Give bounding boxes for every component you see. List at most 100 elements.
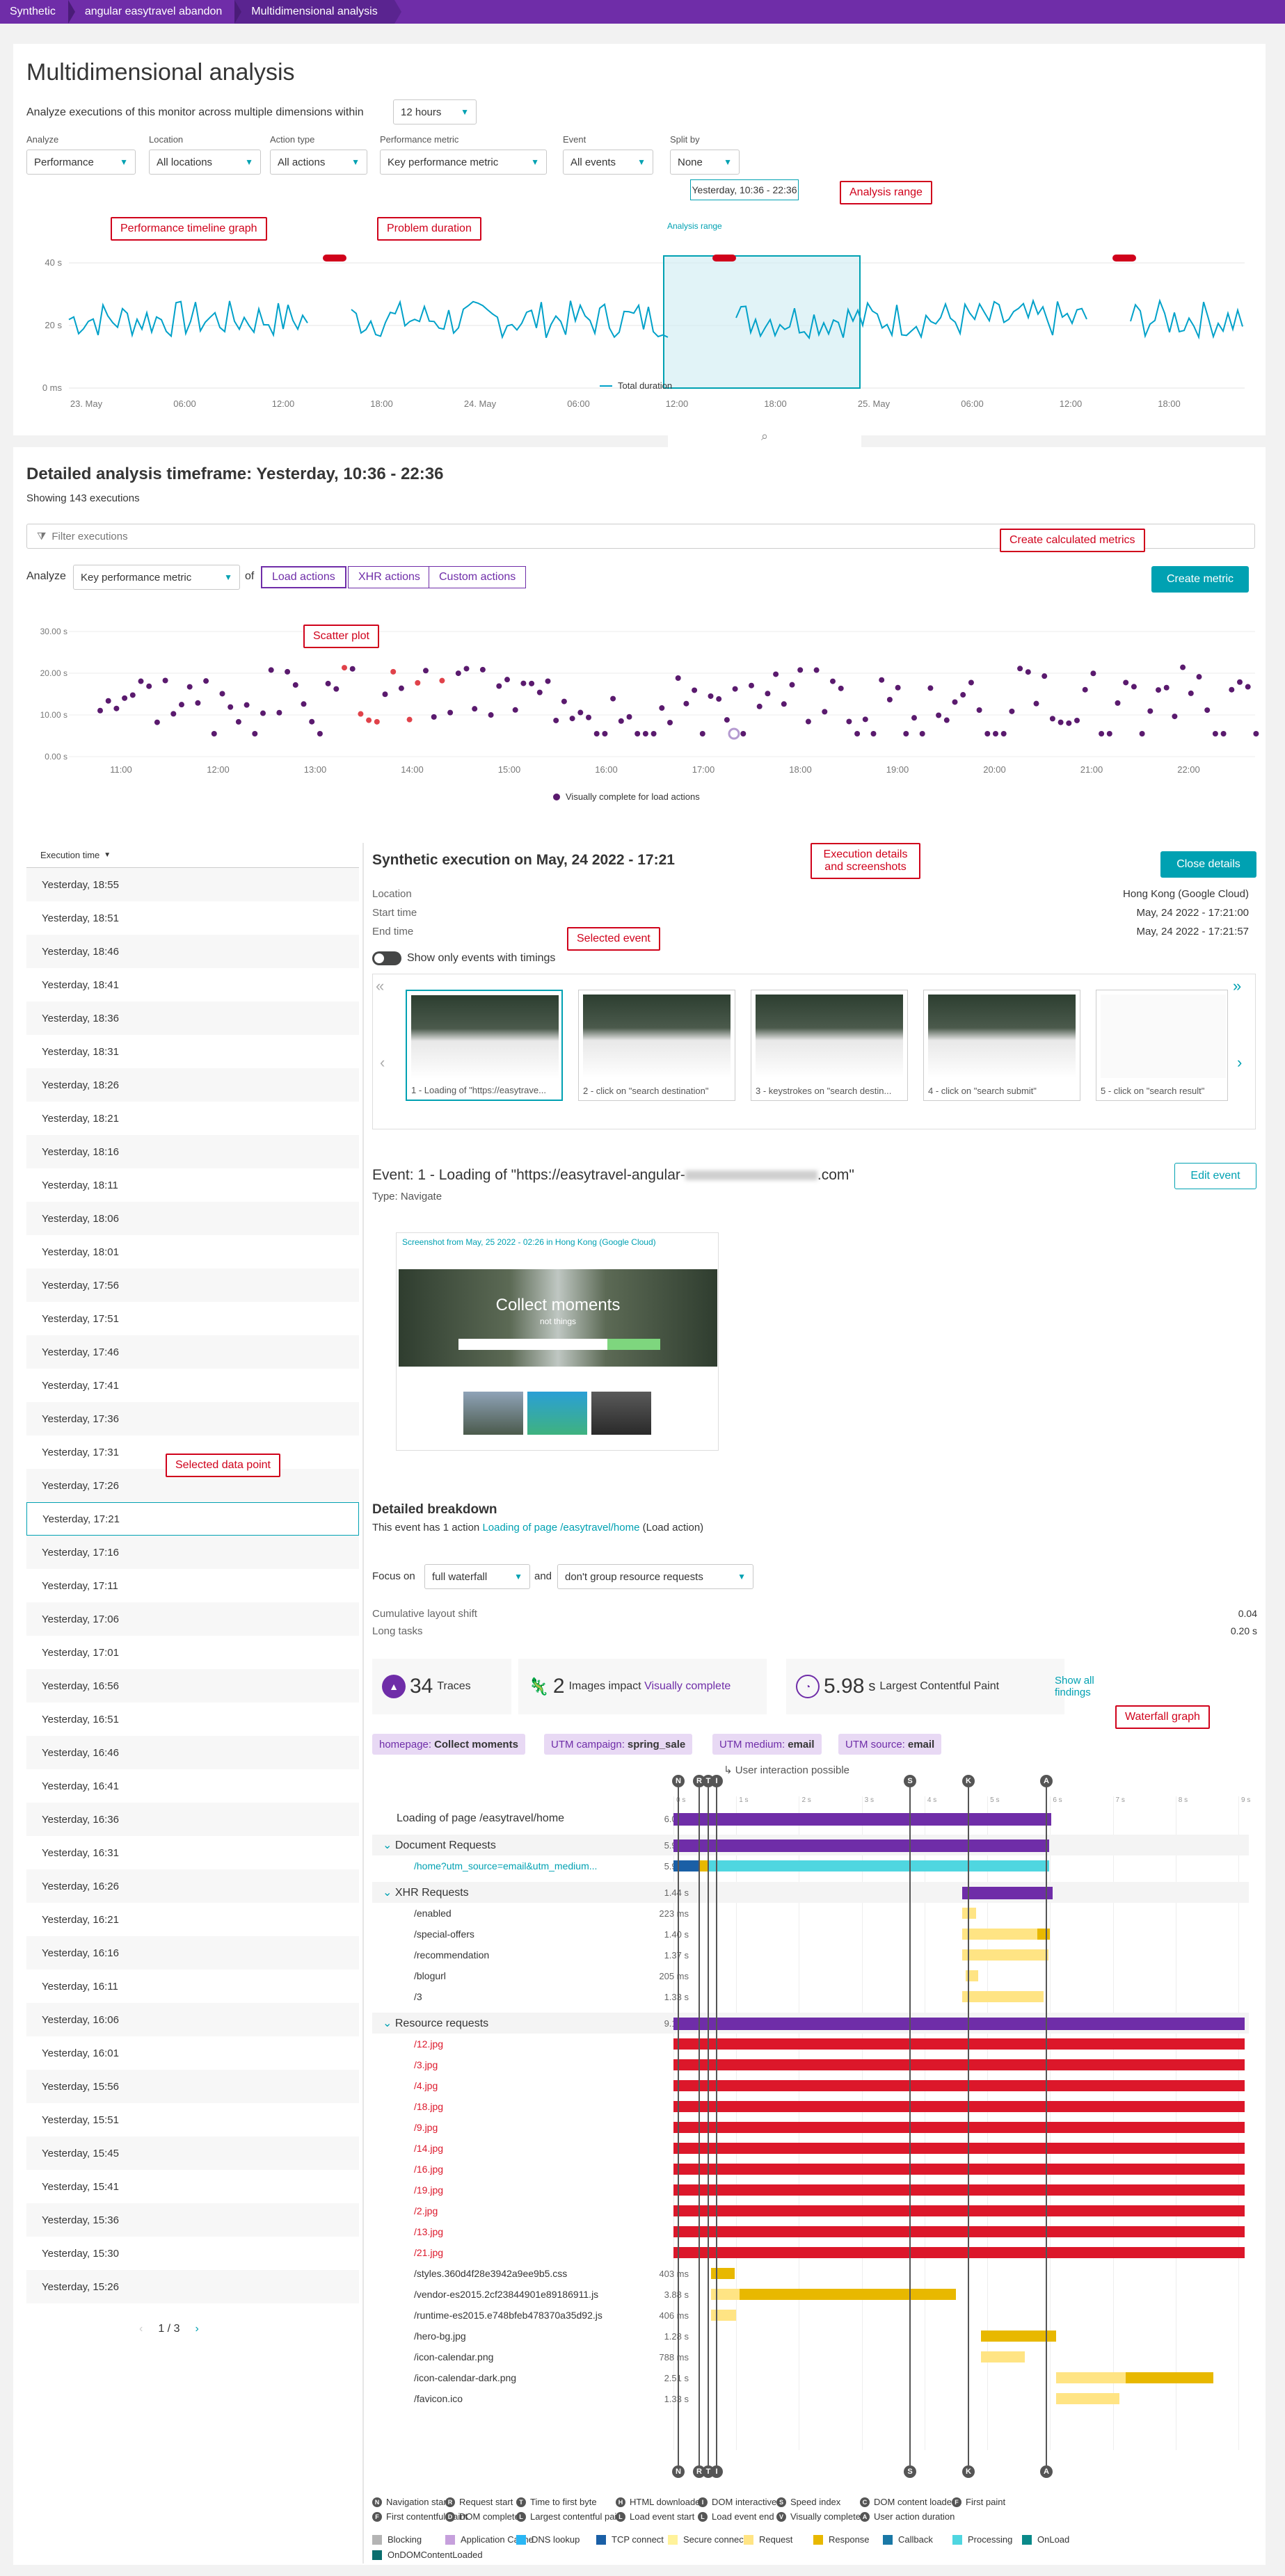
data-point[interactable]: [577, 709, 584, 716]
data-point[interactable]: [129, 692, 136, 698]
execution-row[interactable]: Yesterday, 15:45: [26, 2136, 359, 2170]
data-point[interactable]: [732, 686, 738, 692]
data-point[interactable]: [781, 701, 787, 707]
data-point[interactable]: [186, 684, 193, 690]
toggle-switch[interactable]: [372, 951, 401, 965]
show-all-findings-link[interactable]: Show all findings: [1055, 1675, 1103, 1698]
execution-row[interactable]: Yesterday, 15:41: [26, 2170, 359, 2203]
execution-row[interactable]: Yesterday, 16:41: [26, 1769, 359, 1803]
data-point[interactable]: [366, 717, 372, 723]
event-thumbnail[interactable]: 3 - keystrokes on "search destin...: [751, 990, 908, 1101]
data-point[interactable]: [593, 731, 600, 736]
lcp-kpi[interactable]: ◔ 5.98 s Largest Contentful Paint: [786, 1659, 1064, 1714]
data-point[interactable]: [943, 717, 950, 723]
images-kpi[interactable]: 🦎 2 Images impact Visually complete: [518, 1659, 767, 1714]
create-metric-button[interactable]: Create metric: [1151, 566, 1249, 593]
execution-row[interactable]: Yesterday, 17:51: [26, 1302, 359, 1335]
data-point[interactable]: [1253, 731, 1259, 736]
data-point[interactable]: [1033, 700, 1039, 707]
data-point[interactable]: [602, 731, 608, 736]
data-point[interactable]: [659, 705, 665, 711]
waterfall-row[interactable]: /14.jpg-: [372, 2138, 1249, 2159]
data-point[interactable]: [822, 709, 828, 715]
data-point[interactable]: [1237, 679, 1243, 685]
data-point[interactable]: [1180, 664, 1186, 670]
chevron-down-icon[interactable]: ⌄: [383, 2018, 395, 2029]
data-point[interactable]: [447, 709, 454, 716]
execution-row[interactable]: Yesterday, 18:31: [26, 1035, 359, 1068]
waterfall-row[interactable]: /9.jpg-: [372, 2117, 1249, 2138]
execution-row[interactable]: Yesterday, 18:41: [26, 968, 359, 1001]
action-link[interactable]: Loading of page /easytravel/home: [482, 1522, 639, 1533]
waterfall-row[interactable]: ⌄ Document Requests5.98 s: [372, 1835, 1249, 1855]
data-point[interactable]: [97, 707, 103, 714]
execution-row[interactable]: Yesterday, 18:21: [26, 1102, 359, 1135]
data-point[interactable]: [838, 685, 844, 691]
waterfall-row[interactable]: /18.jpg-: [372, 2096, 1249, 2117]
data-point[interactable]: [773, 671, 779, 677]
focus-select[interactable]: full waterfall ▼: [424, 1564, 530, 1589]
execution-row[interactable]: Yesterday, 17:11: [26, 1569, 359, 1602]
waterfall-row[interactable]: /19.jpg-: [372, 2180, 1249, 2200]
data-point[interactable]: [170, 711, 177, 717]
data-point[interactable]: [195, 700, 201, 706]
execution-row[interactable]: Yesterday, 15:51: [26, 2103, 359, 2136]
waterfall-row[interactable]: /4.jpg-: [372, 2075, 1249, 2096]
event-thumbnail[interactable]: 1 - Loading of "https://easytrave...: [406, 990, 563, 1101]
data-point[interactable]: [1009, 708, 1015, 714]
waterfall-row[interactable]: /icon-calendar-dark.png 2.51 s: [372, 2367, 1249, 2388]
data-point[interactable]: [789, 682, 795, 688]
action-type-select[interactable]: All actions ▼: [270, 150, 367, 175]
execution-row[interactable]: Yesterday, 17:01: [26, 1636, 359, 1669]
execution-row[interactable]: Yesterday, 17:36: [26, 1402, 359, 1435]
waterfall-row[interactable]: /styles.360d4f28e3942a9ee9b5.css 403 ms: [372, 2263, 1249, 2284]
data-point[interactable]: [1204, 707, 1211, 714]
execution-row[interactable]: Yesterday, 16:56: [26, 1669, 359, 1702]
execution-row[interactable]: Yesterday, 16:01: [26, 2036, 359, 2070]
data-point[interactable]: [903, 731, 909, 736]
event-thumbnail[interactable]: 2 - click on "search destination": [578, 990, 735, 1101]
data-point[interactable]: [740, 731, 747, 736]
data-point[interactable]: [1147, 708, 1154, 714]
waterfall-row[interactable]: /vendor-es2015.2cf23844901e89186911.js 3.…: [372, 2284, 1249, 2305]
metric-select[interactable]: Key performance metric ▼: [73, 565, 240, 590]
chevron-down-icon[interactable]: ⌄: [383, 1887, 395, 1899]
waterfall-row[interactable]: /13.jpg-: [372, 2221, 1249, 2242]
data-point[interactable]: [692, 687, 698, 693]
execution-row[interactable]: Yesterday, 16:16: [26, 1936, 359, 1970]
data-point[interactable]: [626, 714, 632, 720]
data-point[interactable]: [765, 691, 771, 697]
data-point[interactable]: [895, 684, 901, 691]
data-point[interactable]: [382, 691, 388, 698]
data-point[interactable]: [154, 719, 160, 725]
data-point[interactable]: [911, 715, 917, 721]
execution-row[interactable]: Yesterday, 16:51: [26, 1702, 359, 1736]
data-point[interactable]: [870, 731, 877, 736]
first-icon[interactable]: «: [376, 977, 384, 995]
breadcrumb-monitor[interactable]: angular easytravel abandon: [68, 0, 242, 24]
data-point[interactable]: [586, 714, 591, 721]
data-point[interactable]: [960, 692, 966, 698]
tab-load-actions[interactable]: Load actions: [261, 566, 346, 588]
data-point[interactable]: [993, 731, 998, 736]
data-point[interactable]: [228, 704, 234, 710]
execution-row[interactable]: Yesterday, 18:26: [26, 1068, 359, 1102]
execution-row[interactable]: Yesterday, 15:36: [26, 2203, 359, 2237]
data-point[interactable]: [1131, 684, 1137, 690]
next-icon[interactable]: ›: [1237, 1054, 1242, 1072]
data-point[interactable]: [1196, 674, 1202, 680]
data-point[interactable]: [211, 731, 217, 736]
data-point[interactable]: [1106, 731, 1112, 736]
data-point[interactable]: [756, 703, 763, 709]
data-point[interactable]: [708, 693, 714, 699]
data-point[interactable]: [488, 712, 494, 718]
data-point[interactable]: [235, 718, 241, 725]
data-point[interactable]: [219, 691, 225, 697]
data-point[interactable]: [1057, 719, 1064, 725]
execution-row[interactable]: Yesterday, 18:11: [26, 1168, 359, 1202]
data-point[interactable]: [1017, 666, 1023, 672]
data-point[interactable]: [984, 731, 991, 736]
data-point[interactable]: [1115, 700, 1121, 706]
prev-icon[interactable]: ‹: [380, 1054, 385, 1072]
execution-row[interactable]: Yesterday, 18:55: [26, 868, 359, 901]
